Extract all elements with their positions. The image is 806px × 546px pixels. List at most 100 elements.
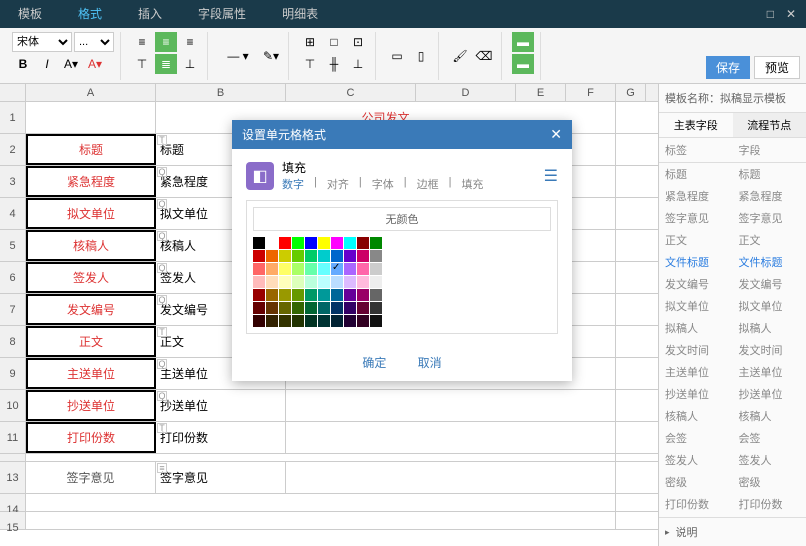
fill-green2-icon[interactable]: ▬ [512, 54, 534, 74]
cell[interactable] [26, 494, 616, 511]
clear-format-icon[interactable]: ⌫ [473, 46, 495, 66]
color-swatch[interactable] [279, 263, 291, 275]
row-header[interactable]: 4 [0, 198, 26, 229]
field-row[interactable]: 会签会签 [659, 427, 806, 449]
color-swatch[interactable] [266, 250, 278, 262]
color-swatch[interactable] [357, 250, 369, 262]
no-color-button[interactable]: 无颜色 [253, 207, 551, 231]
menu-detail[interactable]: 明细表 [264, 0, 336, 30]
color-swatch[interactable] [331, 315, 343, 327]
italic-button[interactable]: I [36, 54, 58, 74]
cell[interactable]: 紧急程度 [26, 166, 156, 197]
window-close-icon[interactable]: ✕ [786, 7, 796, 21]
color-swatch[interactable] [370, 250, 382, 262]
color-swatch[interactable] [253, 250, 265, 262]
list-view-icon[interactable]: ☰ [544, 166, 558, 186]
color-swatch[interactable] [305, 289, 317, 301]
cell[interactable]: 抄送单位Q [156, 390, 286, 421]
color-swatch[interactable] [370, 289, 382, 301]
rtab-fields[interactable]: 主表字段 [659, 113, 733, 137]
color-swatch[interactable] [266, 237, 278, 249]
rtab-flow[interactable]: 流程节点 [733, 113, 806, 137]
color-swatch[interactable] [292, 250, 304, 262]
field-row[interactable]: 主送单位主送单位 [659, 361, 806, 383]
cell[interactable] [26, 454, 616, 462]
color-swatch[interactable] [279, 289, 291, 301]
field-row[interactable]: 标题标题 [659, 163, 806, 185]
cell[interactable]: 打印份数 [26, 422, 156, 453]
cell[interactable]: 核稿人 [26, 230, 156, 261]
border-color-icon[interactable]: ✎▾ [260, 46, 282, 66]
subtab-number[interactable]: 数字 [282, 176, 304, 192]
row-header[interactable]: 6 [0, 262, 26, 293]
field-row[interactable]: 紧急程度紧急程度 [659, 185, 806, 207]
border-out-icon[interactable]: □ [323, 32, 345, 52]
color-swatch[interactable] [318, 315, 330, 327]
color-swatch[interactable] [292, 302, 304, 314]
valign-mid-icon[interactable]: ≣ [155, 54, 177, 74]
preview-button[interactable]: 预览 [754, 56, 800, 79]
color-swatch[interactable] [292, 289, 304, 301]
col-header[interactable]: C [286, 84, 416, 101]
color-swatch[interactable] [318, 276, 330, 288]
color-swatch[interactable] [305, 315, 317, 327]
border-none-icon[interactable]: ⊡ [347, 32, 369, 52]
color-swatch[interactable] [357, 237, 369, 249]
color-swatch[interactable] [279, 250, 291, 262]
color-swatch[interactable] [253, 276, 265, 288]
color-swatch[interactable] [370, 315, 382, 327]
col-header[interactable]: E [516, 84, 566, 101]
subtab-border[interactable]: 边框 [417, 176, 439, 192]
color-swatch[interactable] [292, 276, 304, 288]
color-swatch[interactable] [331, 263, 343, 275]
bold-button[interactable]: B [12, 54, 34, 74]
fontcolor-button[interactable]: A▾ [84, 54, 106, 74]
field-row[interactable]: 核稿人核稿人 [659, 405, 806, 427]
field-row[interactable]: 签字意见签字意见 [659, 207, 806, 229]
row-header[interactable]: 7 [0, 294, 26, 325]
row-header[interactable]: 11 [0, 422, 26, 453]
color-swatch[interactable] [344, 315, 356, 327]
menu-format[interactable]: 格式 [60, 0, 120, 30]
color-swatch[interactable] [253, 289, 265, 301]
cell[interactable]: 签字意见≡ [156, 462, 286, 493]
field-row[interactable]: 文件标题文件标题 [659, 251, 806, 273]
cancel-button[interactable]: 取消 [418, 356, 442, 370]
color-swatch[interactable] [331, 276, 343, 288]
cell[interactable] [286, 390, 616, 421]
row-header[interactable]: 12 [0, 454, 26, 461]
cell[interactable]: 标题 [26, 134, 156, 165]
row-header[interactable]: 14 [0, 494, 26, 511]
row-header[interactable]: 8 [0, 326, 26, 357]
color-swatch[interactable] [357, 302, 369, 314]
format-painter-icon[interactable]: 🖌 [449, 46, 471, 66]
border-style-icon[interactable]: — ▾ [218, 46, 258, 66]
field-row[interactable]: 发文编号发文编号 [659, 273, 806, 295]
size-select[interactable]: ... [74, 32, 114, 52]
color-swatch[interactable] [292, 237, 304, 249]
cell[interactable] [26, 102, 156, 133]
field-row[interactable]: 打印份数打印份数 [659, 493, 806, 515]
dialog-close-icon[interactable]: ✕ [550, 126, 562, 143]
color-swatch[interactable] [266, 276, 278, 288]
color-swatch[interactable] [370, 237, 382, 249]
color-swatch[interactable] [305, 263, 317, 275]
subtab-align[interactable]: 对齐 [327, 176, 349, 192]
field-row[interactable]: 正文正文 [659, 229, 806, 251]
color-swatch[interactable] [305, 302, 317, 314]
fill-green1-icon[interactable]: ▬ [512, 32, 534, 52]
save-button[interactable]: 保存 [706, 56, 750, 79]
align-right-icon[interactable]: ≡ [179, 32, 201, 52]
field-row[interactable]: 密级密级 [659, 471, 806, 493]
merge-icon[interactable]: ▭ [386, 46, 408, 66]
border-mid-icon[interactable]: ╫ [323, 54, 345, 74]
color-swatch[interactable] [370, 263, 382, 275]
color-swatch[interactable] [253, 263, 265, 275]
color-swatch[interactable] [344, 289, 356, 301]
color-swatch[interactable] [357, 276, 369, 288]
color-swatch[interactable] [318, 302, 330, 314]
color-swatch[interactable] [370, 302, 382, 314]
window-restore-icon[interactable]: □ [767, 7, 774, 21]
color-swatch[interactable] [370, 276, 382, 288]
color-swatch[interactable] [357, 289, 369, 301]
